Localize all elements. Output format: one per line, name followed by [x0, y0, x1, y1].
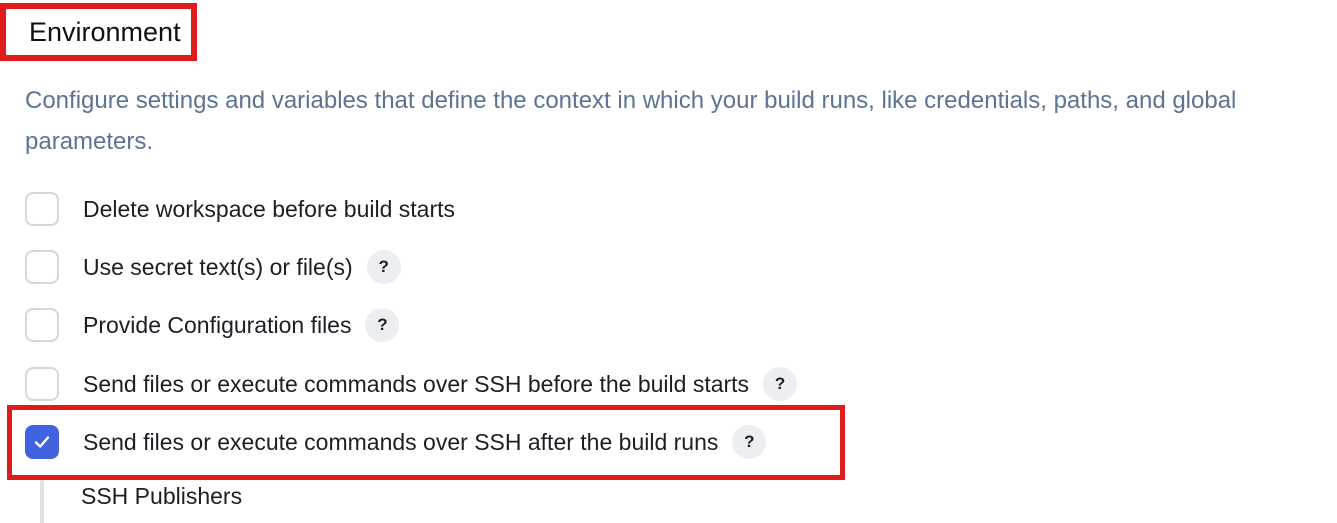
option-label: Provide Configuration files [83, 311, 352, 338]
checkbox[interactable] [25, 367, 59, 401]
ssh-publishers-label: SSH Publishers [81, 483, 243, 509]
option-ssh-before-build[interactable]: Send files or execute commands over SSH … [25, 365, 798, 403]
option-label: Send files or execute commands over SSH … [83, 370, 750, 397]
question-mark-icon[interactable]: ? [366, 250, 401, 284]
nested-section-line [40, 480, 44, 523]
check-icon [34, 436, 50, 448]
question-mark-icon[interactable]: ? [763, 367, 798, 401]
checkbox-checked[interactable] [25, 425, 59, 459]
section-title: Environment [0, 3, 197, 61]
question-mark-icon[interactable]: ? [732, 425, 767, 459]
checkbox[interactable] [25, 308, 59, 342]
option-delete-workspace[interactable]: Delete workspace before build starts [25, 190, 455, 228]
checkbox[interactable] [25, 250, 59, 284]
option-label: Send files or execute commands over SSH … [83, 428, 719, 455]
option-label: Use secret text(s) or file(s) [83, 253, 353, 280]
environment-section: Environment Configure settings and varia… [0, 0, 1337, 523]
option-config-files[interactable]: Provide Configuration files ? [25, 306, 400, 344]
section-title-text: Environment [29, 16, 181, 47]
question-mark-icon[interactable]: ? [365, 308, 400, 342]
checkbox[interactable] [25, 192, 59, 226]
option-label: Delete workspace before build starts [83, 195, 456, 222]
option-secret-text[interactable]: Use secret text(s) or file(s) ? [25, 248, 401, 286]
section-description: Configure settings and variables that de… [25, 87, 1237, 155]
option-ssh-after-build[interactable]: Send files or execute commands over SSH … [25, 423, 767, 461]
